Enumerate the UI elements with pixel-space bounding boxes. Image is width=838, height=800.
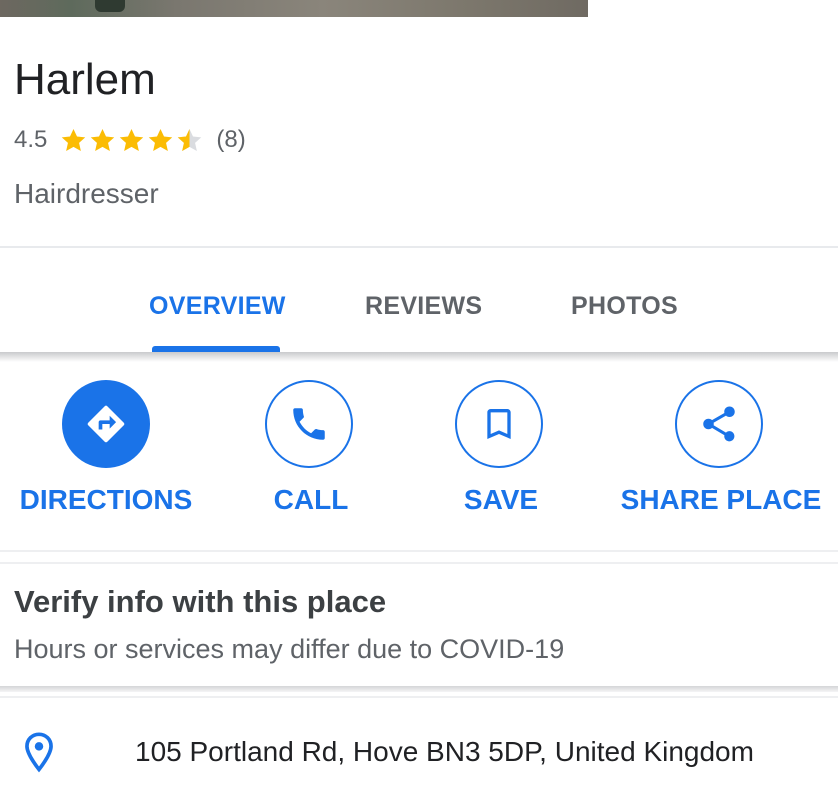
star-icon xyxy=(91,128,115,151)
share-place-label: SHARE PLACE xyxy=(620,484,822,515)
directions-button[interactable]: DIRECTIONS xyxy=(0,380,216,540)
tab-reviews[interactable]: REVIEWS xyxy=(365,292,482,321)
call-button[interactable]: CALL xyxy=(201,380,421,540)
star-icon xyxy=(149,128,173,151)
star-rating xyxy=(59,126,204,155)
location-pin-icon xyxy=(25,732,53,773)
call-label: CALL xyxy=(273,484,349,515)
place-category: Hairdresser xyxy=(14,178,159,209)
half-star-icon xyxy=(178,128,202,151)
tab-bar: OVERVIEW REVIEWS PHOTOS xyxy=(0,248,838,352)
divider xyxy=(0,696,838,698)
save-label: SAVE xyxy=(463,484,539,515)
save-button[interactable]: SAVE xyxy=(391,380,611,540)
address-row[interactable]: 105 Portland Rd, Hove BN3 5DP, United Ki… xyxy=(0,716,838,788)
tab-overview[interactable]: OVERVIEW xyxy=(149,292,286,321)
star-icon xyxy=(120,128,144,151)
phone-icon xyxy=(265,380,353,468)
place-name: Harlem xyxy=(14,55,156,104)
address-text: 105 Portland Rd, Hove BN3 5DP, United Ki… xyxy=(135,736,754,767)
star-icon xyxy=(62,128,86,151)
bookmark-icon xyxy=(455,380,543,468)
directions-label: DIRECTIONS xyxy=(19,484,193,515)
notice-subtitle: Hours or services may differ due to COVI… xyxy=(14,634,565,664)
action-buttons: DIRECTIONS CALL SAVE SHARE PLACE xyxy=(0,362,838,548)
share-icon xyxy=(675,380,763,468)
photo-detail xyxy=(95,0,125,12)
share-place-button[interactable]: SHARE PLACE xyxy=(611,380,831,540)
notice-title: Verify info with this place xyxy=(14,584,387,619)
rating-row[interactable]: 4.5 (8) xyxy=(14,124,246,156)
tab-bar-shadow xyxy=(0,352,838,362)
divider xyxy=(0,550,838,552)
directions-icon xyxy=(62,380,150,468)
section-shadow xyxy=(0,686,838,692)
place-photo[interactable] xyxy=(0,0,588,17)
review-count[interactable]: (8) xyxy=(216,126,245,154)
rating-value: 4.5 xyxy=(14,126,48,153)
divider xyxy=(0,562,838,564)
tab-photos[interactable]: PHOTOS xyxy=(571,292,678,321)
